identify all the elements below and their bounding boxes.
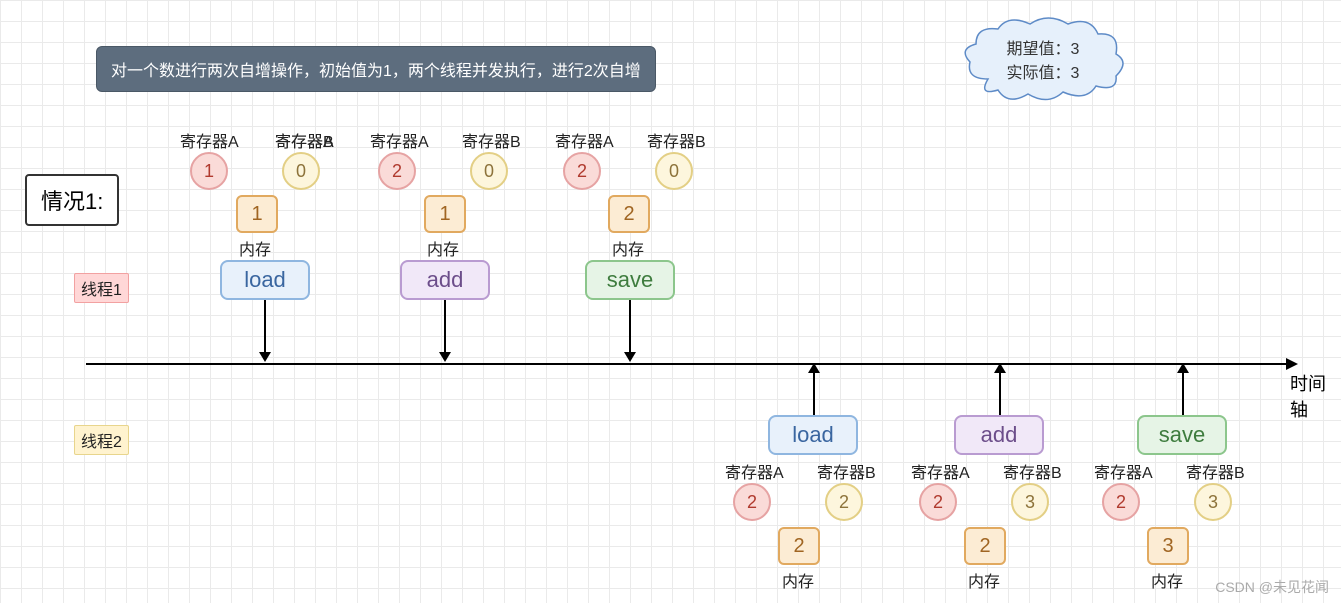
expected-value: 期望值：3 bbox=[1007, 35, 1080, 59]
description-box: 对一个数进行两次自增操作，初始值为1，两个线程并发执行，进行2次自增 bbox=[96, 46, 656, 92]
op-save-box: save bbox=[1137, 415, 1227, 455]
memory-box: 2 bbox=[964, 527, 1006, 565]
reg-b-circle: 0 bbox=[470, 152, 508, 190]
reg-b-circle: 3 bbox=[1194, 483, 1232, 521]
op-load-box: load bbox=[768, 415, 858, 455]
arrow-up-icon bbox=[813, 373, 815, 415]
op-save-box: save bbox=[585, 260, 675, 300]
watermark-text: CSDN @未见花闻 bbox=[1215, 577, 1329, 597]
memory-box: 3 bbox=[1147, 527, 1189, 565]
arrow-down-icon bbox=[629, 300, 631, 352]
op-add-box: add bbox=[400, 260, 490, 300]
reg-a-circle: 2 bbox=[733, 483, 771, 521]
timeline-axis bbox=[86, 363, 1286, 365]
memory-label: 内存 bbox=[968, 568, 1000, 592]
axis-label: 时间轴 bbox=[1290, 370, 1341, 422]
reg-b-label: 寄存器B bbox=[1186, 459, 1245, 483]
reg-a-circle: 2 bbox=[1102, 483, 1140, 521]
memory-label: 内存 bbox=[239, 236, 271, 260]
reg-a-label: 寄存器A bbox=[1094, 459, 1153, 483]
arrow-down-icon bbox=[444, 300, 446, 352]
actual-value: 实际值：3 bbox=[1007, 59, 1080, 83]
result-cloud: 期望值：3 实际值：3 bbox=[958, 14, 1128, 104]
reg-a-circle: 1 bbox=[190, 152, 228, 190]
reg-b-label: 寄存器B bbox=[817, 459, 876, 483]
thread1-label: 线程1 bbox=[74, 273, 129, 303]
thread2-label: 线程2 bbox=[74, 425, 129, 455]
op-load-box: load bbox=[220, 260, 310, 300]
arrow-up-icon bbox=[1182, 373, 1184, 415]
reg-a-label: 寄存器A bbox=[725, 459, 784, 483]
memory-label: 内存 bbox=[782, 568, 814, 592]
arrow-down-icon bbox=[264, 300, 266, 352]
arrow-up-icon bbox=[999, 373, 1001, 415]
reg-a-label: 寄存器A bbox=[555, 128, 614, 152]
reg-b-label: 寄存器B bbox=[462, 128, 521, 152]
reg-b-label: 寄存器B bbox=[647, 128, 706, 152]
memory-box: 2 bbox=[778, 527, 820, 565]
reg-a-circle: 2 bbox=[919, 483, 957, 521]
reg-a-circle: 2 bbox=[563, 152, 601, 190]
reg-a-label: 寄存器A bbox=[180, 128, 239, 152]
case-label-box: 情况1: bbox=[25, 174, 119, 226]
reg-b-circle: 0 bbox=[655, 152, 693, 190]
op-add-box: add bbox=[954, 415, 1044, 455]
reg-b-circle: 2 bbox=[825, 483, 863, 521]
memory-box: 2 bbox=[608, 195, 650, 233]
memory-box: 1 bbox=[424, 195, 466, 233]
memory-box: 1 bbox=[236, 195, 278, 233]
reg-a-circle: 2 bbox=[378, 152, 416, 190]
reg-b-circle: 0 bbox=[282, 152, 320, 190]
reg-a-label: 寄存器A bbox=[911, 459, 970, 483]
memory-label: 内存 bbox=[612, 236, 644, 260]
reg-b-label: 寄存器B bbox=[275, 128, 334, 152]
memory-label: 内存 bbox=[427, 236, 459, 260]
reg-a-label: 寄存器A bbox=[370, 128, 429, 152]
reg-b-label: 寄存器B bbox=[1003, 459, 1062, 483]
memory-label: 内存 bbox=[1151, 568, 1183, 592]
reg-b-circle: 3 bbox=[1011, 483, 1049, 521]
